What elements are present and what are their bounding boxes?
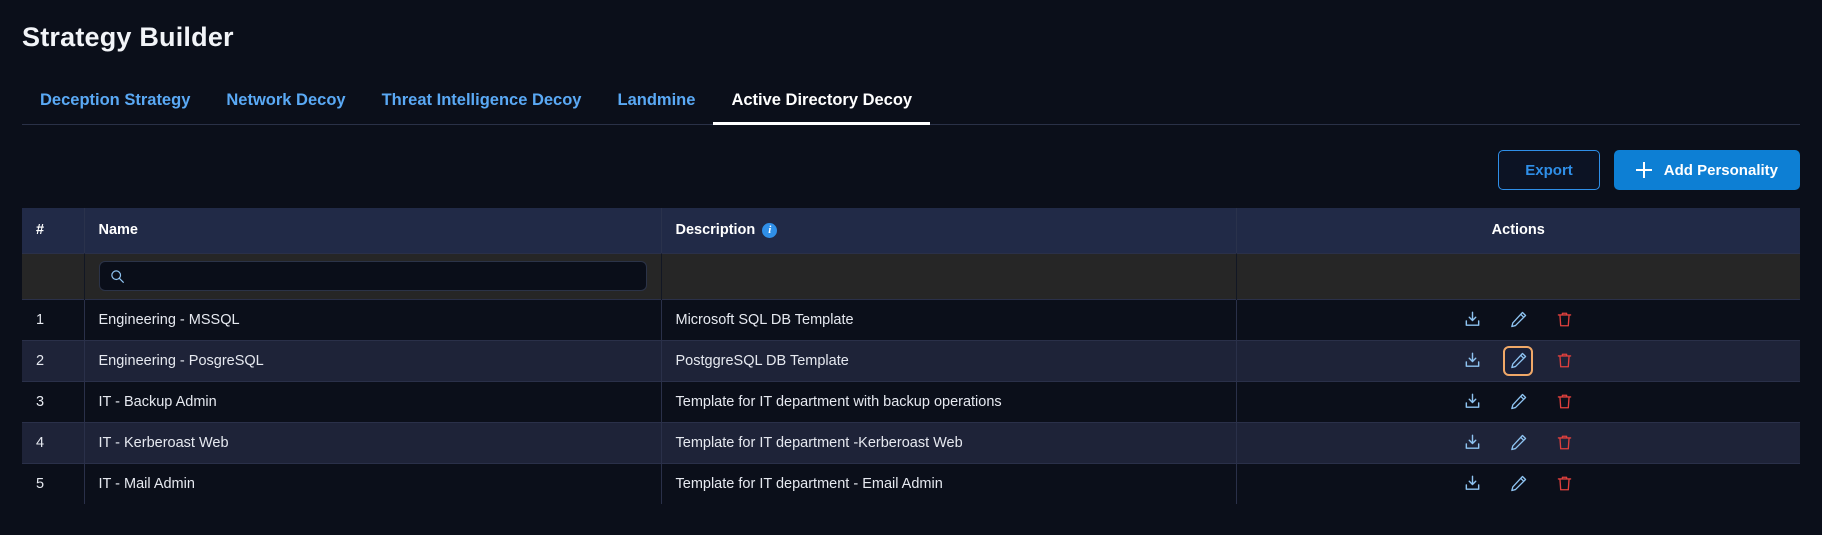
download-button[interactable] <box>1457 469 1487 499</box>
tab-threat-intelligence-decoy[interactable]: Threat Intelligence Decoy <box>364 91 600 125</box>
table-header-row: # Name Description i Actions <box>22 208 1800 253</box>
plus-icon <box>1635 162 1652 178</box>
cell-name: IT - Mail Admin <box>84 462 662 504</box>
page-title: Strategy Builder <box>22 22 234 52</box>
edit-icon <box>1510 434 1526 451</box>
filter-cell-name <box>84 252 662 299</box>
cell-description: Template for IT department -Kerberoast W… <box>661 421 1237 463</box>
strategy-builder-page: Strategy Builder Deception Strategy Netwo… <box>0 0 1822 535</box>
cell-number: 5 <box>22 462 85 504</box>
download-icon <box>1465 352 1480 367</box>
table-body <box>22 252 1800 299</box>
tab-deception-strategy[interactable]: Deception Strategy <box>22 91 208 125</box>
cell-number: 1 <box>22 298 85 340</box>
edit-button[interactable] <box>1503 305 1533 335</box>
cell-name: Engineering - MSSQL <box>84 298 662 340</box>
download-button[interactable] <box>1457 346 1487 376</box>
search-box[interactable] <box>98 261 647 291</box>
personality-table: # Name Description i Actions 1 Engineeri… <box>22 208 1800 504</box>
download-button[interactable] <box>1457 305 1487 335</box>
tab-landmine[interactable]: Landmine <box>600 91 714 125</box>
delete-icon <box>1557 435 1571 450</box>
delete-icon <box>1557 394 1571 409</box>
delete-button[interactable] <box>1549 469 1579 499</box>
cell-actions <box>1236 298 1800 340</box>
column-header-name[interactable]: Name <box>84 208 662 253</box>
column-header-actions: Actions <box>1491 222 1545 239</box>
filter-cell-number <box>22 252 85 299</box>
download-icon <box>1465 311 1480 326</box>
delete-button[interactable] <box>1549 428 1579 458</box>
add-personality-label: Add Personality <box>1663 161 1778 179</box>
delete-button[interactable] <box>1549 305 1579 335</box>
edit-icon <box>1510 352 1526 369</box>
toolbar: Export Add Personality <box>1498 150 1800 190</box>
table-row[interactable]: 5 IT - Mail Admin Template for IT departme… <box>22 462 1800 504</box>
table-row[interactable]: 4 IT - Kerberoast Web Template for IT depa… <box>22 421 1800 463</box>
search-input[interactable] <box>132 268 636 284</box>
cell-actions <box>1236 421 1800 463</box>
column-header-description[interactable]: Description i <box>661 208 1237 253</box>
delete-button[interactable] <box>1549 387 1579 417</box>
table-head: # Name Description i Actions <box>22 208 1800 253</box>
cell-name: IT - Backup Admin <box>84 380 662 422</box>
filter-cell-description <box>661 252 1237 299</box>
row-action-group <box>1457 428 1579 458</box>
delete-icon <box>1557 312 1571 327</box>
export-button[interactable]: Export <box>1498 150 1600 190</box>
row-action-group <box>1457 345 1579 376</box>
cell-actions <box>1236 380 1800 422</box>
filter-row <box>22 252 1800 299</box>
edit-icon <box>1510 476 1526 492</box>
table-rows-body: 1 Engineering - MSSQL Microsoft SQL DB Tem… <box>22 298 1800 504</box>
download-icon <box>1465 393 1480 408</box>
download-icon <box>1465 475 1480 491</box>
cell-description: PostggreSQL DB Template <box>661 339 1237 381</box>
cell-number: 4 <box>22 421 85 463</box>
download-button[interactable] <box>1457 428 1487 458</box>
table-row[interactable]: 1 Engineering - MSSQL Microsoft SQL DB Tem… <box>22 298 1800 340</box>
cell-description: Template for IT department - Email Admin <box>661 462 1237 504</box>
download-icon <box>1465 434 1480 449</box>
edit-icon <box>1510 393 1526 410</box>
delete-button[interactable] <box>1549 346 1579 376</box>
add-personality-button[interactable]: Add Personality <box>1613 150 1800 190</box>
info-icon[interactable]: i <box>762 222 778 238</box>
column-header-description-label: Description <box>675 222 756 239</box>
download-button[interactable] <box>1457 387 1487 417</box>
table-row[interactable]: 2 Engineering - PosgreSQL PostggreSQL DB T… <box>22 339 1800 381</box>
row-action-group <box>1457 305 1579 335</box>
edit-button[interactable] <box>1503 469 1533 499</box>
filter-cell-actions <box>1236 252 1800 299</box>
table-row[interactable]: 3 IT - Backup Admin Template for IT depart… <box>22 380 1800 422</box>
cell-actions <box>1236 462 1800 504</box>
cell-name: Engineering - PosgreSQL <box>84 339 662 381</box>
personality-table-wrapper: # Name Description i Actions 1 Engineeri… <box>22 208 1800 504</box>
cell-description: Microsoft SQL DB Template <box>661 298 1237 340</box>
tab-bar: Deception Strategy Network Decoy Threat In… <box>22 85 1800 125</box>
delete-icon <box>1557 476 1571 491</box>
tab-active-directory-decoy[interactable]: Active Directory Decoy <box>713 91 931 125</box>
cell-number: 3 <box>22 380 85 422</box>
search-icon <box>110 269 124 283</box>
row-action-group <box>1457 469 1579 499</box>
cell-name: IT - Kerberoast Web <box>84 421 662 463</box>
delete-icon <box>1557 353 1571 368</box>
row-action-group <box>1457 387 1579 417</box>
edit-button[interactable] <box>1503 345 1534 376</box>
cell-description: Template for IT department with backup o… <box>661 380 1237 422</box>
cell-actions <box>1236 339 1800 381</box>
edit-button[interactable] <box>1503 428 1533 458</box>
column-header-number[interactable]: # <box>22 208 85 253</box>
tab-network-decoy[interactable]: Network Decoy <box>208 91 363 125</box>
edit-icon <box>1510 311 1526 328</box>
edit-button[interactable] <box>1503 387 1533 417</box>
cell-number: 2 <box>22 339 85 381</box>
